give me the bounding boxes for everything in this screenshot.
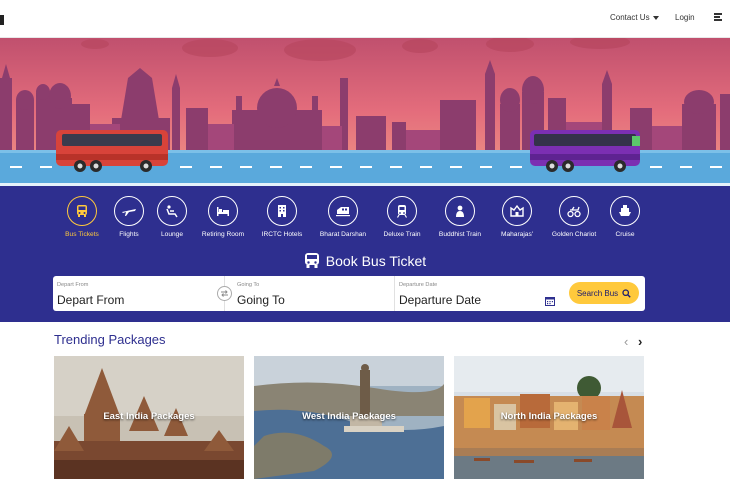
hero-banner — [0, 38, 730, 186]
cruise-icon — [619, 205, 631, 216]
city-skyline-illustration — [0, 38, 730, 186]
category-maharajas[interactable]: Maharajas' — [487, 196, 547, 238]
category-bharat-darshan[interactable]: Bharat Darshan — [313, 196, 373, 238]
departure-date-caption: Departure Date — [399, 282, 438, 288]
category-deluxe-train[interactable]: Deluxe Train — [372, 196, 432, 238]
search-bus-label: Search Bus — [576, 288, 619, 298]
package-card-north-india[interactable]: North India Packages — [454, 356, 644, 479]
buddha-icon — [456, 205, 464, 217]
category-label: Cruise — [615, 231, 635, 238]
category-label: Deluxe Train — [383, 231, 421, 238]
going-to-caption: Going To — [237, 282, 260, 288]
category-cruise[interactable]: Cruise — [595, 196, 655, 238]
category-retiring-room[interactable]: Retiring Room — [193, 196, 253, 238]
category-label: Maharajas' — [500, 231, 534, 238]
bus-search-form: Depart From Depart From Going To Going T… — [53, 276, 645, 311]
booking-heading: Book Bus Ticket — [0, 252, 730, 272]
red-bus-illustration — [56, 130, 168, 172]
depart-from-input[interactable]: Depart From — [57, 293, 124, 307]
login-link[interactable]: Login — [675, 13, 695, 22]
package-card-west-india[interactable]: West India Packages — [254, 356, 444, 479]
category-label: Retiring Room — [201, 231, 245, 238]
swap-locations-button[interactable] — [217, 286, 232, 301]
chariot-icon — [567, 206, 581, 218]
trending-packages-heading: Trending Packages — [54, 332, 166, 347]
bed-icon — [217, 207, 229, 216]
top-navbar: Contact Us Login — [0, 0, 730, 38]
deluxe-train-icon — [396, 205, 408, 218]
maharaja-icon — [510, 204, 524, 217]
category-buddhist-train[interactable]: Buddhist Train — [430, 196, 490, 238]
contact-us-label: Contact Us — [610, 13, 650, 22]
carousel-prev-button[interactable]: ‹ — [624, 334, 628, 349]
calendar-icon[interactable] — [545, 293, 555, 311]
package-card-east-india[interactable]: East India Packages — [54, 356, 244, 479]
package-title: East India Packages — [103, 411, 195, 422]
menu-icon[interactable] — [714, 13, 722, 22]
caret-down-icon — [652, 15, 659, 20]
train-icon — [336, 207, 350, 217]
hotel-icon — [278, 205, 286, 217]
departure-date-field[interactable]: Departure Date Departure Date — [395, 276, 565, 311]
category-label: IRCTC Hotels — [261, 231, 303, 238]
search-bus-button[interactable]: Search Bus — [569, 282, 639, 304]
category-label: Bharat Darshan — [319, 231, 367, 238]
going-to-field[interactable]: Going To Going To — [233, 276, 395, 311]
depart-from-field[interactable]: Depart From Depart From — [53, 276, 225, 311]
bus-icon — [304, 252, 320, 272]
departure-date-input[interactable]: Departure Date — [399, 293, 481, 307]
depart-from-caption: Depart From — [57, 282, 89, 288]
search-icon — [622, 288, 631, 298]
category-label: Buddhist Train — [438, 231, 482, 238]
swap-icon — [221, 290, 228, 297]
airplane-icon — [122, 209, 136, 216]
contact-us-dropdown[interactable]: Contact Us — [610, 13, 659, 22]
category-menu: Bus Tickets Flights Lounge Retiring Room… — [56, 196, 646, 246]
package-title: North India Packages — [500, 411, 598, 422]
carousel-next-button[interactable]: › — [638, 334, 642, 349]
going-to-input[interactable]: Going To — [237, 293, 285, 307]
brand-logo-fragment[interactable] — [0, 15, 4, 25]
purple-bus-illustration — [530, 130, 640, 172]
package-title: West India Packages — [302, 411, 396, 422]
bus-icon — [77, 205, 87, 217]
booking-title: Book Bus Ticket — [325, 253, 427, 269]
lounge-icon — [166, 205, 178, 218]
category-irctc-hotels[interactable]: IRCTC Hotels — [252, 196, 312, 238]
